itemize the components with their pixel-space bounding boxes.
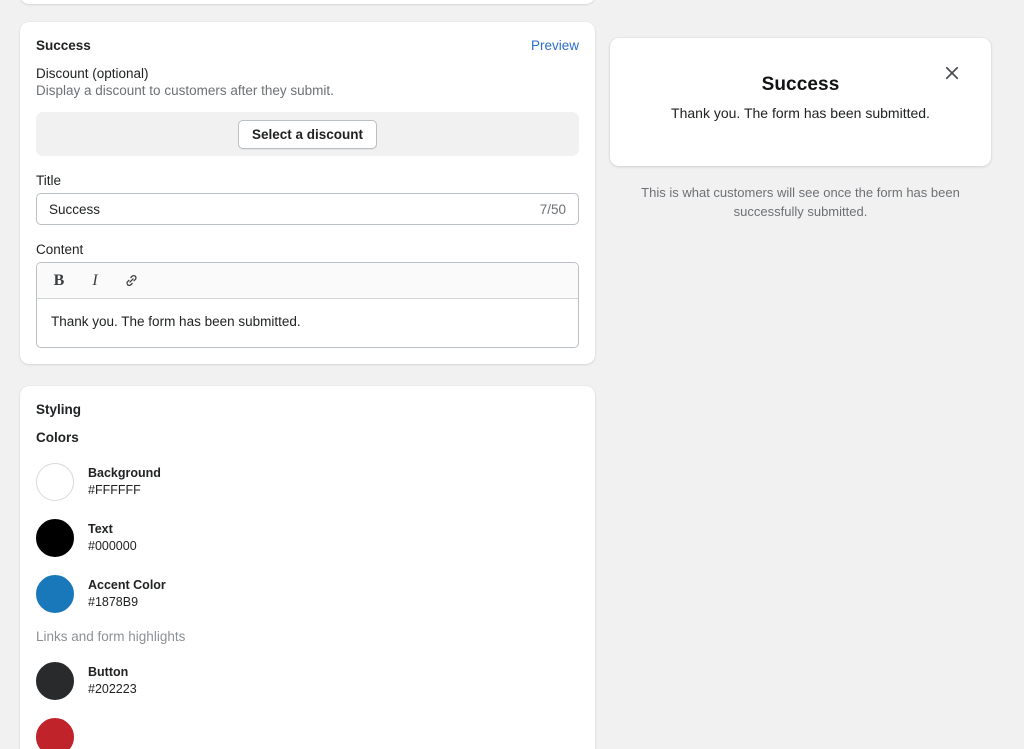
color-hex-value: #FFFFFF: [88, 483, 141, 497]
color-label: Background: [88, 466, 161, 481]
preview-modal-body: Thank you. The form has been submitted.: [671, 105, 930, 121]
rich-text-editor: B I Thank you. The form has been submitt…: [36, 262, 579, 348]
color-swatch[interactable]: [36, 575, 74, 613]
discount-help: Display a discount to customers after th…: [36, 83, 334, 98]
color-hex-value: #202223: [88, 682, 137, 696]
link-icon[interactable]: [121, 271, 141, 291]
color-swatch[interactable]: [36, 519, 74, 557]
preview-modal-title: Success: [761, 74, 840, 95]
color-label: Text: [88, 522, 113, 537]
preview-column: Success Thank you. The form has been sub…: [610, 38, 991, 222]
content-editor-body[interactable]: Thank you. The form has been submitted.: [37, 299, 578, 347]
italic-icon[interactable]: I: [85, 271, 105, 291]
editor-toolbar: B I: [37, 263, 578, 299]
discount-label: Discount (optional): [36, 66, 149, 81]
content-field-group: Content B I Thank you. The form has been…: [36, 242, 579, 348]
title-input-wrapper[interactable]: Success 7/50: [36, 193, 579, 225]
color-row-background[interactable]: Background #FFFFFF: [36, 463, 579, 501]
color-hex-value: #000000: [88, 539, 137, 553]
title-char-counter: 7/50: [539, 201, 566, 217]
success-card-title: Success: [36, 38, 91, 53]
color-row-text[interactable]: Text #000000: [36, 519, 579, 557]
colors-title: Colors: [36, 430, 79, 445]
page-root: Success Preview Discount (optional) Disp…: [0, 0, 1024, 749]
preview-modal: Success Thank you. The form has been sub…: [610, 38, 991, 166]
styling-card: Styling Colors Background #FFFFFF Text #…: [20, 386, 595, 749]
bold-icon[interactable]: B: [49, 271, 69, 291]
color-row-button[interactable]: Button #202223: [36, 662, 579, 700]
title-input[interactable]: Success: [49, 202, 532, 217]
title-field-group: Title Success 7/50: [36, 173, 579, 225]
color-row-partial[interactable]: [36, 718, 579, 749]
title-field-label: Title: [36, 173, 62, 188]
color-row-accent[interactable]: Accent Color #1878B9: [36, 575, 579, 613]
accent-color-note: Links and form highlights: [36, 629, 186, 644]
content-field-label: Content: [36, 242, 84, 257]
color-label: Accent Color: [88, 578, 166, 593]
color-swatch[interactable]: [36, 662, 74, 700]
discount-picker-panel: Select a discount: [36, 112, 579, 156]
color-swatch[interactable]: [36, 718, 74, 749]
color-label: Button: [88, 665, 129, 680]
styling-title: Styling: [36, 402, 82, 417]
preview-caption: This is what customers will see once the…: [641, 185, 960, 219]
previous-card-edge: [20, 0, 595, 4]
success-card: Success Preview Discount (optional) Disp…: [20, 22, 595, 364]
color-hex-value: #1878B9: [88, 595, 139, 609]
preview-link[interactable]: Preview: [531, 38, 579, 53]
settings-column: Success Preview Discount (optional) Disp…: [20, 22, 595, 749]
select-discount-button[interactable]: Select a discount: [237, 119, 378, 149]
color-swatch[interactable]: [36, 463, 74, 501]
close-icon[interactable]: [943, 64, 961, 82]
success-card-header: Success Preview: [36, 38, 579, 53]
